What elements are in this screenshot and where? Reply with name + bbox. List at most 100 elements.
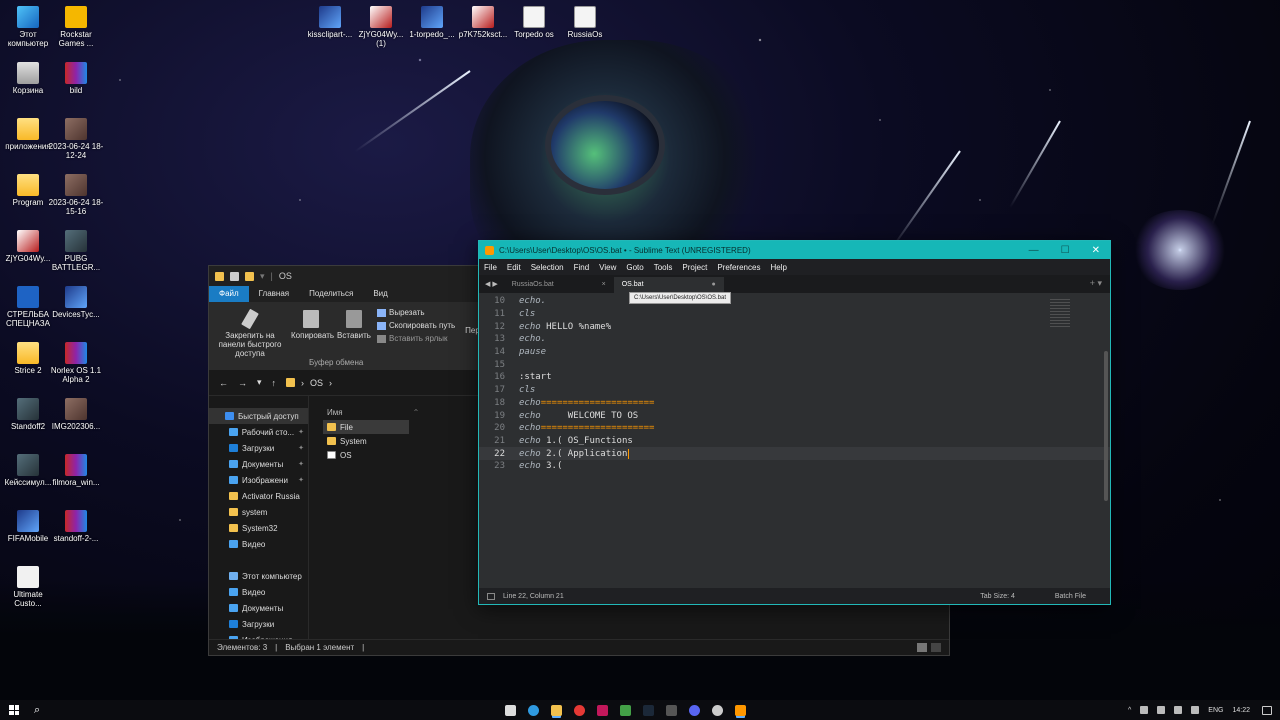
desktop-icon[interactable]: p7K752ksct... (455, 6, 511, 39)
nav-item[interactable]: Рабочий сто... ✦ (209, 424, 308, 440)
copy-path-button[interactable]: Скопировать путь (377, 321, 455, 330)
breadcrumb-os[interactable]: OS (310, 378, 323, 388)
discord-icon[interactable] (689, 704, 700, 716)
tab-os-bat[interactable]: OS.bat ● (613, 277, 724, 293)
nav-item[interactable]: Видео (209, 536, 308, 552)
network-icon[interactable] (1157, 706, 1166, 714)
desktop-icon[interactable]: standoff-2-... (48, 510, 104, 543)
mail-icon[interactable] (666, 704, 677, 716)
desktop-icon[interactable]: ZjYG04Wy... (1) (353, 6, 409, 48)
close-icon[interactable]: ✕ (1092, 245, 1100, 256)
desktop-icon[interactable]: bild (48, 62, 104, 95)
menu-selection[interactable]: Selection (531, 263, 564, 272)
tab-size-selector[interactable]: Tab Size: 4 (980, 593, 1015, 600)
code-editor[interactable]: 10 echo. 11 cls 12 echo HELLO %name% 13 echo. 14… (479, 293, 1110, 573)
new-folder-icon[interactable] (245, 271, 254, 281)
large-icons-view-icon[interactable] (931, 643, 941, 652)
code-line[interactable]: 20 echo ===================== (479, 422, 1110, 435)
pin-quick-access-button[interactable]: Закрепить на панели быстрого доступа (215, 306, 285, 366)
code-line[interactable]: 22 echo 2.( Application (479, 447, 1110, 460)
code-line[interactable]: 11 cls (479, 308, 1110, 321)
desktop-icon[interactable]: 2023-06-24 18-12-24 (48, 118, 104, 160)
desktop-icon[interactable]: Norlex OS 1.1 Alpha 2 (48, 342, 104, 384)
desktop-icon[interactable]: Torpedo os (506, 6, 562, 39)
desktop-icon[interactable]: RussiaOs (557, 6, 613, 39)
search-icon[interactable]: ⌕ (34, 704, 40, 717)
desktop-icon[interactable]: DevicesTyc... (48, 286, 104, 319)
tab-file[interactable]: Файл (209, 286, 249, 302)
desktop-icon[interactable]: 1-torpedo_... (404, 6, 460, 39)
file-explorer-taskbar-icon[interactable] (551, 704, 562, 716)
desktop-icon[interactable]: Ultimate Custo... (0, 566, 56, 608)
nav-item[interactable]: Изображени ✦ (209, 472, 308, 488)
desktop-icon[interactable]: IMG202306... (48, 398, 104, 431)
language-indicator[interactable]: ENG (1208, 707, 1223, 714)
file-row[interactable]: File (323, 420, 409, 434)
paste-button[interactable]: Вставить (337, 306, 371, 366)
nav-item[interactable]: Загрузки ✦ (209, 440, 308, 456)
copy-button[interactable]: Копировать (291, 306, 334, 366)
menu-project[interactable]: Project (682, 263, 707, 272)
breadcrumb[interactable]: › OS › (286, 378, 332, 388)
back-arrow-icon[interactable]: ← (219, 378, 228, 388)
edge-icon[interactable] (528, 704, 539, 716)
desktop-icon[interactable]: Rockstar Games ... (48, 6, 104, 48)
yandex-icon[interactable] (574, 704, 585, 716)
desktop-icon[interactable]: PUBG BATTLEGR... (48, 230, 104, 272)
sublime-title-bar[interactable]: C:\Users\User\Desktop\OS\OS.bat • - Subl… (479, 241, 1110, 259)
menu-find[interactable]: Find (574, 263, 590, 272)
code-line[interactable]: 13 echo. (479, 333, 1110, 346)
paste-shortcut-button[interactable]: Вставить ярлык (377, 334, 455, 343)
code-line[interactable]: 15 (479, 358, 1110, 371)
menu-view[interactable]: View (599, 263, 616, 272)
nav-item[interactable]: System32 (209, 520, 308, 536)
menu-tools[interactable]: Tools (654, 263, 673, 272)
minimize-icon[interactable]: — (1029, 245, 1039, 256)
menu-help[interactable]: Help (770, 263, 786, 272)
nav-item[interactable]: Документы (209, 600, 308, 616)
volume-icon[interactable] (1191, 706, 1200, 714)
nav-item[interactable]: Видео (209, 584, 308, 600)
panel-toggle-icon[interactable] (487, 592, 495, 600)
tab-close-icon[interactable]: × (602, 281, 606, 289)
nav-item[interactable]: Activator Russia (209, 488, 308, 504)
clock[interactable]: 14:22 (1232, 707, 1250, 714)
task-view-icon[interactable] (505, 704, 516, 716)
desktop-icon[interactable]: 2023-06-24 18-15-16 (48, 174, 104, 216)
code-line[interactable]: 10 echo. (479, 295, 1110, 308)
xbox-icon[interactable] (620, 704, 631, 716)
menu-preferences[interactable]: Preferences (717, 263, 760, 272)
app-icon[interactable] (597, 704, 608, 716)
code-line[interactable]: 23 echo 3.( (479, 460, 1110, 473)
forward-arrow-icon[interactable]: → (238, 378, 247, 388)
properties-icon[interactable] (230, 271, 239, 281)
tab-modified-dot-icon[interactable]: ● (711, 281, 715, 289)
start-button[interactable] (6, 702, 22, 718)
nav-item[interactable]: system (209, 504, 308, 520)
minimap[interactable] (1050, 299, 1070, 329)
nav-item[interactable]: Быстрый доступ (209, 408, 308, 424)
tab-russiaos-bat[interactable]: RussiaOs.bat × (504, 277, 614, 293)
recent-dropdown-icon[interactable]: ▾ (257, 377, 262, 388)
menu-file[interactable]: File (484, 263, 497, 272)
menu-edit[interactable]: Edit (507, 263, 521, 272)
file-row[interactable]: System (323, 434, 409, 448)
code-line[interactable]: 19 echo WELCOME TO OS (479, 409, 1110, 422)
code-line[interactable]: 14 pause (479, 346, 1110, 359)
code-line[interactable]: 12 echo HELLO %name% (479, 320, 1110, 333)
desktop-icon[interactable]: filmora_win... (48, 454, 104, 487)
sublime-taskbar-icon[interactable] (735, 704, 746, 716)
microphone-icon[interactable] (1140, 706, 1149, 714)
tab-share[interactable]: Поделиться (299, 286, 363, 302)
up-arrow-icon[interactable]: ↑ (272, 378, 277, 388)
details-view-icon[interactable] (917, 643, 927, 652)
menu-goto[interactable]: Goto (626, 263, 643, 272)
nav-item[interactable]: Изображения (209, 632, 308, 639)
code-line[interactable]: 18 echo ===================== (479, 397, 1110, 410)
vertical-scrollbar[interactable] (1104, 351, 1108, 501)
nav-item[interactable]: Этот компьютер (209, 568, 308, 584)
syntax-selector[interactable]: Batch File (1055, 593, 1086, 600)
desktop-icon[interactable]: kissclipart-... (302, 6, 358, 39)
notification-icon[interactable] (1262, 705, 1272, 715)
code-line[interactable]: 21 echo 1.( OS_Functions (479, 435, 1110, 448)
